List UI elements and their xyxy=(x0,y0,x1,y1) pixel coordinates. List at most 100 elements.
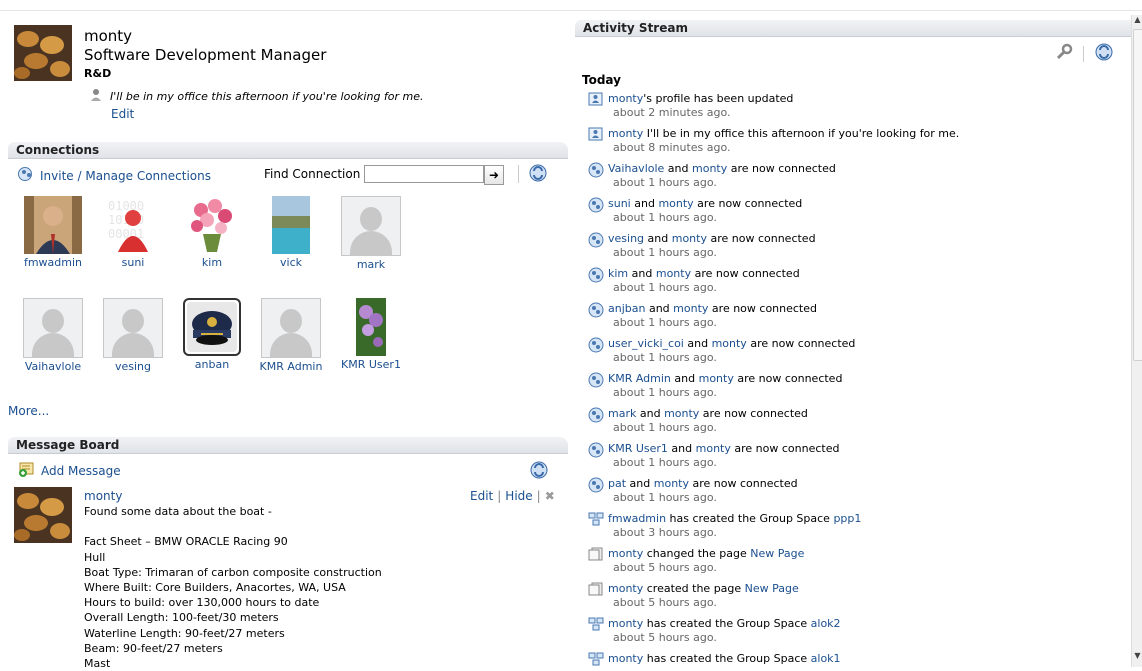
activity-link[interactable]: alok1 xyxy=(811,652,841,665)
connection-mark[interactable]: mark xyxy=(336,196,406,271)
message-author-link[interactable]: monty xyxy=(84,489,122,503)
vertical-scrollbar[interactable]: ▲ ▼ xyxy=(1131,15,1142,667)
activity-item: monty I'll be in my office this afternoo… xyxy=(588,127,959,155)
add-message-label[interactable]: Add Message xyxy=(41,464,121,478)
connection-kmr-admin[interactable]: KMR Admin xyxy=(256,298,326,373)
activity-link[interactable]: monty xyxy=(658,197,693,210)
activity-link[interactable]: pat xyxy=(608,477,626,490)
scroll-up-arrow-icon[interactable]: ▲ xyxy=(1132,15,1142,27)
message-line: Beam: 90-feet/27 meters xyxy=(84,641,223,655)
find-connection-go-button[interactable]: ➜ xyxy=(484,165,504,185)
wrench-icon[interactable] xyxy=(1055,43,1073,64)
connection-kim[interactable]: kim xyxy=(177,196,247,269)
connection-name[interactable]: KMR Admin xyxy=(260,360,323,373)
message-board-refresh-icon[interactable] xyxy=(529,460,549,483)
connection-name[interactable]: mark xyxy=(357,258,385,271)
more-connections-link[interactable]: More... xyxy=(8,404,49,418)
status-edit-link[interactable]: Edit xyxy=(111,107,134,121)
activity-static-text: are now connected xyxy=(691,267,800,280)
activity-link[interactable]: monty xyxy=(656,267,691,280)
message-hide-link[interactable]: Hide xyxy=(505,489,532,503)
invite-manage-link[interactable]: Invite / Manage Connections xyxy=(40,169,211,183)
activity-static-text: changed the page xyxy=(643,547,751,560)
connection-name[interactable]: anban xyxy=(195,358,229,371)
toolbar-divider xyxy=(1083,45,1084,62)
activity-link[interactable]: ppp1 xyxy=(833,512,861,525)
message-edit-link[interactable]: Edit xyxy=(470,489,493,503)
activity-line: KMR User1 and monty are now connected xyxy=(588,442,839,458)
activity-link[interactable]: New Page xyxy=(750,547,804,560)
connection-vaihavlole[interactable]: Vaihavlole xyxy=(18,298,88,373)
connection-kmr-user1[interactable]: KMR User1 xyxy=(336,298,406,371)
connection-anban[interactable]: anban xyxy=(177,298,247,371)
activity-timestamp: about 5 hours ago. xyxy=(613,561,717,574)
activity-link[interactable]: monty xyxy=(608,127,643,140)
connection-vesing[interactable]: vesing xyxy=(98,298,168,373)
activity-item: monty has created the Group Space alok2 a… xyxy=(588,617,841,645)
activity-link[interactable]: suni xyxy=(608,197,631,210)
activity-today-heading: Today xyxy=(582,73,621,87)
activity-timestamp: about 2 minutes ago. xyxy=(613,106,731,119)
connection-icon xyxy=(588,232,604,248)
activity-text: mark and monty are now connected xyxy=(608,407,808,421)
activity-item: anjban and monty are now connected about … xyxy=(588,302,817,330)
connections-refresh-icon[interactable] xyxy=(528,163,548,186)
avatar xyxy=(342,298,400,356)
activity-item: kim and monty are now connected about 1 h… xyxy=(588,267,800,295)
top-border xyxy=(0,10,1142,11)
invite-manage-connections[interactable]: Invite / Manage Connections xyxy=(18,166,211,185)
delete-icon[interactable]: ✖ xyxy=(545,489,555,503)
activity-refresh-icon[interactable] xyxy=(1094,42,1114,65)
connection-name[interactable]: vesing xyxy=(115,360,151,373)
scroll-down-arrow-icon[interactable]: ▼ xyxy=(1132,651,1142,663)
activity-text: monty's profile has been updated xyxy=(608,92,793,106)
connection-vick[interactable]: vick xyxy=(256,196,326,269)
activity-link[interactable]: monty xyxy=(672,232,707,245)
connection-icon xyxy=(588,267,604,283)
activity-static-text: are now connected xyxy=(706,232,816,245)
activity-link[interactable]: kim xyxy=(608,267,628,280)
activity-link[interactable]: monty xyxy=(696,442,731,455)
activity-link[interactable]: New Page xyxy=(745,582,799,595)
add-message-button[interactable]: Add Message xyxy=(18,461,121,480)
activity-link[interactable]: monty xyxy=(712,337,747,350)
activity-link[interactable]: alok2 xyxy=(811,617,841,630)
activity-link[interactable]: Vaihavlole xyxy=(608,162,664,175)
connection-name[interactable]: KMR User1 xyxy=(341,358,401,371)
find-connection-input[interactable] xyxy=(364,165,484,183)
connection-name[interactable]: Vaihavlole xyxy=(25,360,81,373)
activity-link[interactable]: mark xyxy=(608,407,636,420)
activity-link[interactable]: monty xyxy=(673,302,708,315)
activity-link[interactable]: KMR User1 xyxy=(608,442,668,455)
activity-link[interactable]: anjban xyxy=(608,302,645,315)
activity-link[interactable]: monty xyxy=(664,407,699,420)
connection-name[interactable]: suni xyxy=(122,256,145,269)
scroll-thumb[interactable] xyxy=(1133,29,1142,361)
activity-item: monty has created the Group Space alok1 xyxy=(588,652,841,666)
activity-link[interactable]: vesing xyxy=(608,232,644,245)
activity-link[interactable]: fmwadmin xyxy=(608,512,666,525)
status-row: I'll be in my office this afternoon if y… xyxy=(90,88,424,105)
activity-timestamp: about 1 hours ago. xyxy=(613,491,717,504)
activity-static-text: has created the Group Space xyxy=(643,652,811,665)
page-icon xyxy=(588,547,604,561)
activity-link[interactable]: KMR Admin xyxy=(608,372,671,385)
activity-item: KMR User1 and monty are now connected abo… xyxy=(588,442,839,470)
activity-timestamp: about 1 hours ago. xyxy=(613,456,717,469)
activity-link[interactable]: monty xyxy=(608,652,643,665)
activity-link[interactable]: monty xyxy=(608,92,643,105)
connection-suni[interactable]: 010001010000001 suni xyxy=(98,196,168,269)
activity-link[interactable]: monty xyxy=(608,582,643,595)
connection-name[interactable]: vick xyxy=(280,256,302,269)
activity-link[interactable]: monty xyxy=(654,477,689,490)
connection-name[interactable]: fmwadmin xyxy=(24,256,82,269)
activity-link[interactable]: monty xyxy=(692,162,727,175)
connection-name[interactable]: kim xyxy=(202,256,222,269)
activity-link[interactable]: monty xyxy=(699,372,734,385)
message-line: Found some data about the boat - xyxy=(84,505,272,518)
activity-link[interactable]: monty xyxy=(608,617,643,630)
connection-icon xyxy=(588,337,604,353)
connection-fmwadmin[interactable]: fmwadmin xyxy=(18,196,88,269)
activity-link[interactable]: user_vicki_coi xyxy=(608,337,684,350)
activity-link[interactable]: monty xyxy=(608,547,643,560)
